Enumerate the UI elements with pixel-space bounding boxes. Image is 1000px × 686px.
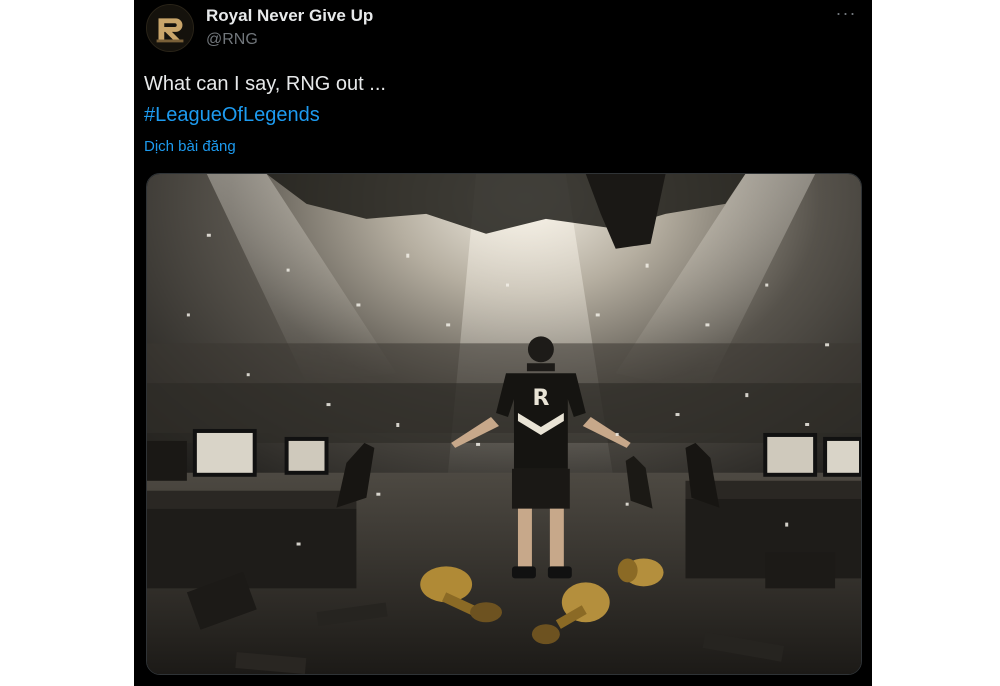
tweet-card: Royal Never Give Up @RNG ··· What can I … bbox=[134, 0, 872, 686]
post-text: What can I say, RNG out ... bbox=[144, 73, 386, 95]
avatar[interactable] bbox=[146, 4, 194, 52]
translate-post-link[interactable]: Dịch bài đăng bbox=[144, 138, 236, 155]
arena-illustration: R bbox=[147, 174, 861, 674]
more-options-button[interactable]: ··· bbox=[832, 4, 860, 24]
hashtag-link[interactable]: #LeagueOfLegends bbox=[144, 104, 320, 127]
author-handle[interactable]: @RNG bbox=[206, 31, 258, 49]
rng-logo-icon bbox=[147, 5, 193, 51]
author-display-name[interactable]: Royal Never Give Up bbox=[206, 6, 373, 26]
jersey-logo: R bbox=[532, 386, 549, 411]
post-image[interactable]: R bbox=[146, 173, 862, 675]
